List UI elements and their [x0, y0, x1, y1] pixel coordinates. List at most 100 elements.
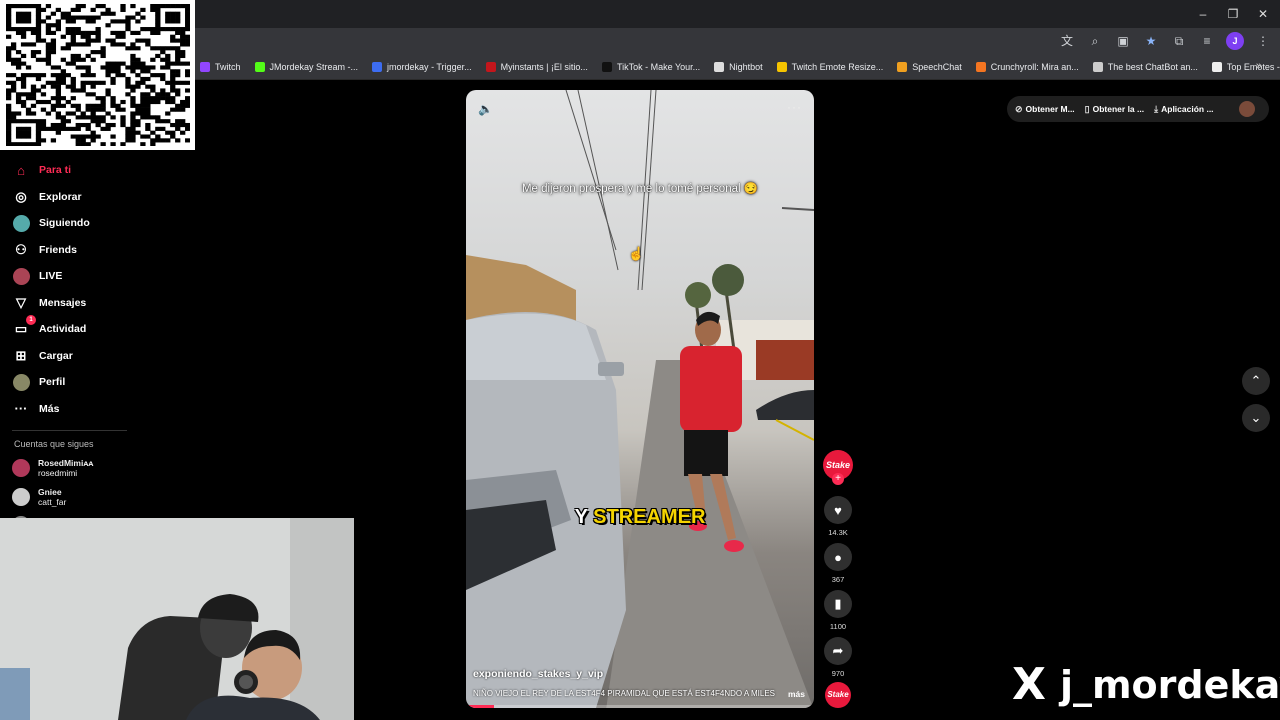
bookmark-label: jmordekay - Trigger... [387, 62, 472, 72]
following-avatar-icon [12, 214, 30, 232]
upload-icon: ⊞ [15, 347, 27, 363]
volume-icon[interactable]: 🔈 [478, 102, 493, 116]
share-button[interactable]: ➦ 970 [822, 637, 854, 678]
minimize-button[interactable]: – [1188, 4, 1218, 24]
video-progress-bar[interactable] [466, 705, 814, 708]
comment-button[interactable]: ● 367 [822, 543, 854, 584]
sidebar-divider [12, 430, 127, 431]
comment-icon: ● [824, 543, 852, 571]
sidebar-item-label: Friends [39, 243, 77, 256]
translate-icon[interactable]: 文 [1058, 32, 1076, 50]
sound-disc-logo: Stake [825, 682, 851, 708]
bookmark-item[interactable]: Top Emotes - 7TV [1211, 62, 1280, 72]
reading-list-icon[interactable]: ≡ [1198, 32, 1216, 50]
watermark-handle: j_mordekay [1059, 663, 1280, 707]
bookmark-item[interactable]: Myinstants | ¡El sitio... [485, 62, 588, 72]
followed-account[interactable]: RosedMimiᴀᴀ rosedmimi [12, 458, 93, 478]
account-avatar [12, 459, 30, 477]
video-player[interactable]: 🔈 ··· Me dijeron prospera y me lo tomé p… [466, 90, 814, 708]
bookmark-item[interactable]: Twitch [200, 62, 241, 72]
browser-menu-icon[interactable]: ⋮ [1254, 32, 1272, 50]
live-avatar-icon [12, 267, 30, 285]
sidebar-item-label: Para ti [39, 164, 72, 176]
top-menu-label: Obtener la ... [1092, 104, 1145, 114]
overlay-white-word: Y [574, 506, 588, 528]
like-count: 14.3K [828, 528, 848, 537]
stream-watermark: X j_mordekay [1012, 660, 1280, 710]
bookmark-item[interactable]: Twitch Emote Resize... [776, 62, 884, 72]
sidebar-item-friends[interactable]: ⚇ Friends [12, 238, 77, 262]
bookmark-item[interactable]: TikTok - Make Your... [601, 62, 701, 72]
top-menu-item[interactable]: ▯ Obtener la ... [1085, 104, 1144, 115]
video-caption-text: Me dijeron prospera y me lo tomé persona… [521, 183, 759, 195]
bookmarks-overflow-button[interactable]: » [1256, 60, 1262, 72]
bookmark-item[interactable]: jmordekay - Trigger... [372, 62, 472, 72]
bookmark-item[interactable]: Nightbot [714, 62, 763, 72]
top-menu-item[interactable]: ⤓ Aplicación ... [1154, 104, 1213, 115]
sound-disc[interactable]: Stake [822, 682, 854, 708]
sidebar-item-label: Siguiendo [39, 217, 90, 229]
share-icon: ➦ [824, 637, 852, 665]
sidebar-item-actividad[interactable]: ▭ 1 Actividad [12, 315, 87, 341]
chevron-up-icon: ⌃ [1250, 373, 1262, 388]
bookmark-item[interactable]: Crunchyroll: Mira an... [975, 62, 1079, 72]
cast-icon[interactable]: ▣ [1114, 32, 1132, 50]
sidebar-item-para-ti[interactable]: ⌂ Para ti [12, 158, 71, 182]
bookmark-label: The best ChatBot an... [1107, 62, 1198, 72]
bookmark-item[interactable]: JMordekay Stream -... [254, 62, 358, 72]
follow-plus-button[interactable]: + [832, 473, 844, 485]
sidebar-item-label: Explorar [39, 190, 82, 203]
extensions-icon[interactable]: ⧉ [1170, 32, 1188, 50]
sidebar-item-explorar[interactable]: ◎ Explorar [12, 185, 82, 209]
bookmark-star-icon[interactable]: ★ [1142, 32, 1160, 50]
compass-icon: ◎ [15, 188, 27, 204]
restore-button[interactable]: ❐ [1218, 4, 1248, 24]
bookmark-favicon-icon [254, 62, 265, 72]
top-right-menu: ⊘ Obtener M... ▯ Obtener la ... ⤓ Aplicación … [1007, 96, 1269, 122]
previous-video-button[interactable]: ⌃ [1242, 367, 1270, 395]
close-window-button[interactable]: ✕ [1248, 4, 1278, 24]
sidebar-item-siguiendo[interactable]: Siguiendo [12, 211, 90, 235]
friends-icon: ⚇ [15, 241, 27, 257]
bookmark-favicon-icon [485, 62, 496, 72]
following-accounts-title: Cuentas que sigues [14, 439, 94, 449]
bookmark-label: Myinstants | ¡El sitio... [500, 62, 588, 72]
bookmark-label: TikTok - Make Your... [616, 62, 701, 72]
followed-account[interactable]: Gniee catt_far [12, 487, 66, 507]
video-author[interactable]: exponiendo_stakes_y_vip [473, 668, 603, 680]
video-description: NIÑO VIEJO EL REY DE LA EST4F4 PIRAMIDAL… [473, 689, 776, 698]
account-avatar [12, 488, 30, 506]
sidebar-item-label: Perfil [39, 376, 66, 388]
user-avatar[interactable] [1239, 101, 1255, 117]
save-button[interactable]: ▮ 1100 [822, 590, 854, 631]
messages-icon: ▽ [16, 294, 26, 310]
profile-avatar[interactable]: J [1226, 32, 1244, 50]
bookmark-favicon-icon [1092, 62, 1103, 72]
save-count: 1100 [829, 622, 847, 631]
sidebar-item-cargar[interactable]: ⊞ Cargar [12, 344, 73, 368]
description-more-link[interactable]: más [788, 689, 805, 699]
bookmark-label: Twitch Emote Resize... [791, 62, 884, 72]
sidebar-item-label: LIVE [39, 270, 63, 282]
bookmark-item[interactable]: The best ChatBot an... [1092, 62, 1198, 72]
chevron-down-icon: ⌄ [1250, 410, 1262, 425]
sidebar-item-mensajes[interactable]: ▽ Mensajes [12, 291, 86, 315]
sidebar-item-label: Actividad [39, 323, 87, 335]
account-name: Gniee [38, 487, 62, 497]
phone-icon: ▯ [1084, 103, 1090, 114]
like-button[interactable]: ♥ 14.3K [822, 496, 854, 537]
bookmark-label: Crunchyroll: Mira an... [990, 62, 1079, 72]
bookmark-favicon-icon [897, 62, 908, 72]
bookmark-item[interactable]: SpeechChat [897, 62, 962, 72]
next-video-button[interactable]: ⌄ [1242, 404, 1270, 432]
zoom-icon[interactable]: ⌕ [1086, 32, 1104, 50]
sidebar-item-live[interactable]: LIVE [12, 264, 62, 288]
top-menu-label: Aplicación ... [1161, 104, 1214, 114]
sidebar-item-perfil[interactable]: Perfil [12, 370, 65, 394]
download-icon: ⤓ [1154, 103, 1159, 114]
video-options-icon[interactable]: ··· [787, 100, 802, 114]
creator-avatar[interactable]: Stake + [822, 450, 854, 485]
sidebar-item-m-s[interactable]: ··· Más [12, 397, 60, 421]
account-handle: rosedmimi [38, 468, 78, 478]
top-menu-item[interactable]: ⊘ Obtener M... [1015, 104, 1075, 115]
